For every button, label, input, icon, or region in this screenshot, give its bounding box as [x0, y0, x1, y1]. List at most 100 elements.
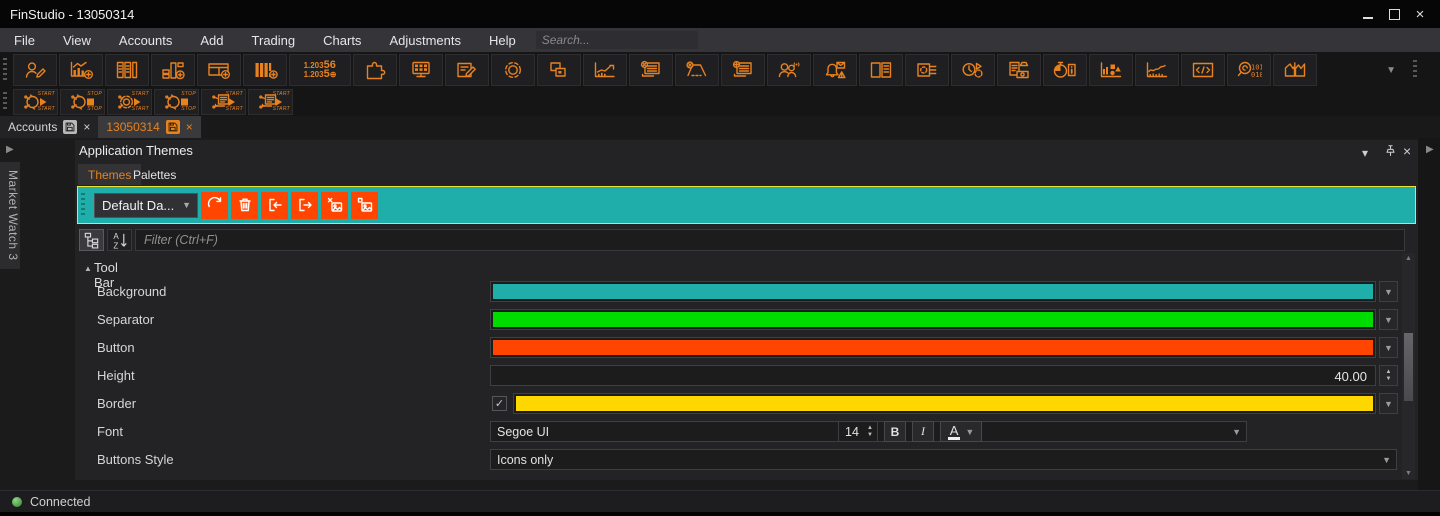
main-toolbar-buttons: 1.203561.2035⊕ 101010 — [12, 53, 1318, 87]
chart-add-button[interactable] — [59, 54, 103, 86]
invoice-button[interactable] — [997, 54, 1041, 86]
monitor-grid-button[interactable] — [399, 54, 443, 86]
process-stop-button-2[interactable]: STOPSTOP — [60, 89, 105, 115]
menu-accounts[interactable]: Accounts — [105, 28, 186, 52]
chart-trend-button[interactable] — [583, 54, 627, 86]
note-edit-button[interactable] — [445, 54, 489, 86]
scroll-up-icon[interactable]: ▲ — [1402, 255, 1415, 262]
sidebar-tab-market-watch[interactable]: Market Watch 3 — [0, 162, 20, 269]
window-add-button[interactable] — [197, 54, 241, 86]
menu-add[interactable]: Add — [186, 28, 237, 52]
scrollbar-thumb[interactable] — [1404, 333, 1413, 401]
user-edit-button[interactable] — [13, 54, 57, 86]
buttons-style-dropdown[interactable]: Icons only ▼ — [490, 449, 1397, 470]
right-expand-icon[interactable]: ▶ — [1426, 144, 1434, 155]
border-color-field[interactable] — [513, 393, 1376, 414]
sort-alphabetical-button[interactable]: AZ — [107, 229, 132, 251]
save-icon[interactable] — [63, 120, 77, 134]
menu-help[interactable]: Help — [475, 28, 530, 52]
quote-add-button[interactable]: 1.203561.2035⊕ — [289, 54, 351, 86]
tab-accounts[interactable]: Accounts × — [0, 116, 98, 138]
chip-gear-button[interactable] — [905, 54, 949, 86]
maximize-button[interactable] — [1386, 6, 1402, 22]
button-dropdown-button[interactable]: ▼ — [1379, 337, 1398, 358]
tab-close-icon[interactable]: × — [186, 120, 193, 134]
tab-close-icon[interactable]: × — [83, 120, 90, 134]
process-start-button-1[interactable]: STARTSTART — [13, 89, 58, 115]
spinner-down-icon[interactable]: ▼ — [1386, 376, 1392, 382]
height-spinner[interactable]: ▲ ▼ — [1379, 365, 1398, 386]
path-remove-button[interactable] — [675, 54, 719, 86]
code-window-button[interactable] — [1181, 54, 1225, 86]
toolbar-grip[interactable] — [3, 92, 7, 112]
collapse-arrow-icon[interactable]: ▲ — [84, 264, 92, 273]
process-gear-button-3[interactable]: STARTSTART — [107, 89, 152, 115]
theme-toolbar-grip-icon[interactable] — [81, 193, 85, 217]
panel-close-icon[interactable]: × — [1403, 143, 1411, 159]
toolbar-grip[interactable] — [3, 58, 7, 82]
search-input[interactable] — [536, 31, 698, 49]
menu-view[interactable]: View — [49, 28, 105, 52]
menu-adjustments[interactable]: Adjustments — [375, 28, 475, 52]
border-checkbox[interactable]: ✓ — [492, 396, 507, 411]
categorized-view-button[interactable] — [79, 229, 104, 251]
separator-dropdown-button[interactable]: ▼ — [1379, 309, 1398, 330]
font-color-button[interactable]: A ▼ — [940, 421, 982, 442]
palette-add-theme-button[interactable] — [351, 192, 378, 219]
line-chart-button[interactable] — [1135, 54, 1179, 86]
refresh-theme-button[interactable] — [201, 192, 228, 219]
spinner-down-icon[interactable]: ▼ — [867, 432, 873, 438]
timer-info-button[interactable] — [1043, 54, 1087, 86]
panels-button[interactable] — [859, 54, 903, 86]
palette-remove-theme-button[interactable] — [321, 192, 348, 219]
panel-pin-icon[interactable] — [1384, 144, 1397, 161]
bars-add-button[interactable] — [243, 54, 287, 86]
height-number-field[interactable]: 40.00 — [490, 365, 1376, 386]
bold-button[interactable]: B — [884, 421, 906, 442]
filter-input[interactable] — [135, 229, 1405, 251]
scroll-down-icon[interactable]: ▼ — [1402, 470, 1415, 477]
list-run-button-5[interactable]: STARTSTART — [201, 89, 246, 115]
separator-color-field[interactable] — [490, 309, 1376, 330]
panel-menu-caret-icon[interactable]: ▾ — [1362, 146, 1368, 160]
scheduler-button[interactable] — [951, 54, 995, 86]
spinner-up-icon[interactable]: ▲ — [1386, 369, 1392, 375]
area-charts-button[interactable] — [1273, 54, 1317, 86]
save-icon[interactable] — [166, 120, 180, 134]
menu-trading[interactable]: Trading — [238, 28, 310, 52]
list-add-button[interactable] — [721, 54, 765, 86]
background-color-field[interactable] — [490, 281, 1376, 302]
toolbar-overflow-caret-icon[interactable]: ▼ — [1386, 65, 1396, 76]
export-theme-button[interactable] — [291, 192, 318, 219]
copy-blocks-button[interactable] — [537, 54, 581, 86]
italic-button[interactable]: I — [912, 421, 934, 442]
puzzle-button[interactable] — [353, 54, 397, 86]
border-dropdown-button[interactable]: ▼ — [1379, 393, 1398, 414]
close-button[interactable]: × — [1412, 6, 1428, 22]
menu-file[interactable]: File — [0, 28, 49, 52]
minimize-button[interactable] — [1360, 6, 1376, 22]
delete-theme-button[interactable] — [231, 192, 258, 219]
layout-add-button[interactable] — [151, 54, 195, 86]
import-theme-button[interactable] — [261, 192, 288, 219]
menu-charts[interactable]: Charts — [309, 28, 375, 52]
list-run-button-6[interactable]: STARTSTART — [248, 89, 293, 115]
button-color-field[interactable] — [490, 337, 1376, 358]
alerts-button[interactable] — [813, 54, 857, 86]
users-signal-button[interactable] — [767, 54, 811, 86]
list-remove-button[interactable] — [629, 54, 673, 86]
settings-gear-button[interactable] — [491, 54, 535, 86]
spinner-up-icon[interactable]: ▲ — [867, 425, 873, 431]
tab-13050314[interactable]: 13050314 × — [98, 116, 200, 138]
sidebar-expand-icon[interactable]: ▶ — [6, 144, 14, 155]
ledger-button[interactable] — [105, 54, 149, 86]
toolbar-overflow-grip-icon[interactable] — [1413, 60, 1417, 80]
theme-select-dropdown[interactable]: Default Da... ▼ — [94, 193, 198, 218]
chart-mixed-button[interactable] — [1089, 54, 1133, 86]
font-size-spinner[interactable]: 14 ▲▼ — [838, 421, 878, 442]
tab-palettes[interactable]: Palettes — [123, 164, 186, 185]
search-binary-button[interactable]: 101010 — [1227, 54, 1271, 86]
process-stop-button-4[interactable]: STOPSTOP — [154, 89, 199, 115]
background-dropdown-button[interactable]: ▼ — [1379, 281, 1398, 302]
vertical-scrollbar[interactable]: ▲ ▼ — [1402, 253, 1415, 479]
